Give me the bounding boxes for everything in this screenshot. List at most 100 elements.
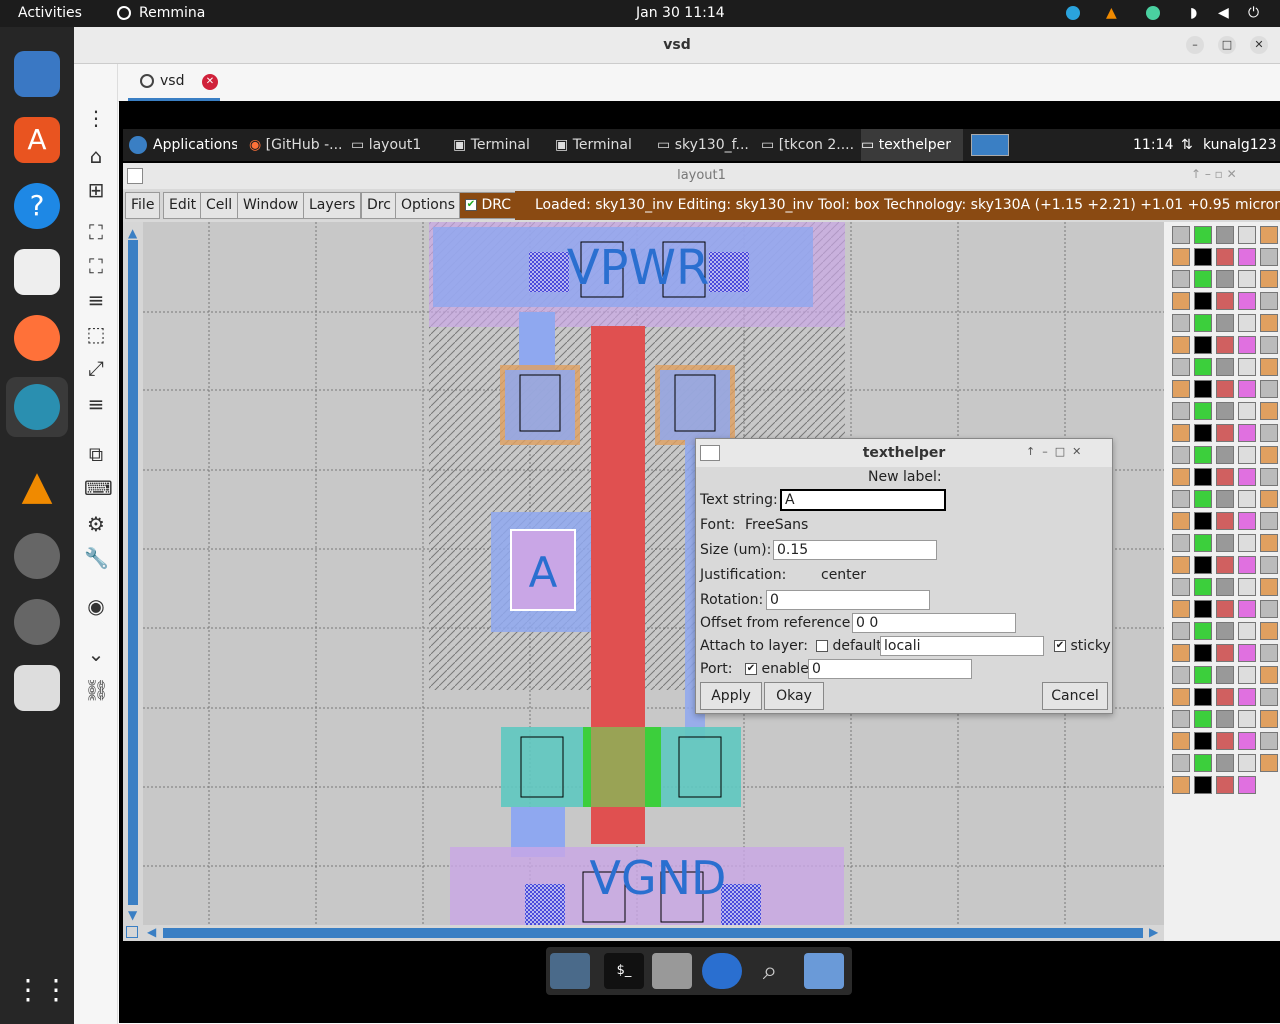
layer-swatch[interactable]	[1216, 402, 1234, 420]
layer-swatch[interactable]	[1216, 600, 1234, 618]
apply-button[interactable]: Apply	[700, 682, 762, 710]
layer-swatch[interactable]	[1260, 336, 1278, 354]
layer-swatch[interactable]	[1216, 314, 1234, 332]
layer-swatch[interactable]	[1260, 754, 1278, 772]
vertical-scroll-thumb[interactable]	[128, 240, 138, 905]
drc-checkbox[interactable]: ✔	[465, 199, 477, 211]
layer-swatch[interactable]	[1172, 578, 1190, 596]
layer-swatch[interactable]	[1194, 666, 1212, 684]
layer-swatch[interactable]	[1260, 578, 1278, 596]
task-texthelper[interactable]: ▭ texthelper	[861, 129, 963, 161]
layer-swatch[interactable]	[1238, 402, 1256, 420]
layer-swatch[interactable]	[1238, 490, 1256, 508]
wifi-icon[interactable]: ◗	[1190, 5, 1197, 21]
layer-swatch[interactable]	[1260, 490, 1278, 508]
default-option[interactable]: default	[816, 638, 882, 654]
layer-swatch[interactable]	[1216, 380, 1234, 398]
layer-swatch[interactable]	[1260, 424, 1278, 442]
cancel-button[interactable]: Cancel	[1042, 682, 1108, 710]
vlc-icon[interactable]: ▲	[14, 463, 60, 509]
layer-swatch[interactable]	[1194, 468, 1212, 486]
layer-swatch[interactable]	[1260, 688, 1278, 706]
port-input[interactable]: 0	[808, 659, 972, 679]
minimize-button[interactable]: –	[1186, 36, 1204, 54]
layer-swatch[interactable]	[1172, 644, 1190, 662]
layer-swatch[interactable]	[1172, 688, 1190, 706]
layer-swatch[interactable]	[1194, 380, 1212, 398]
system-clock[interactable]: Jan 30 11:14	[636, 5, 725, 21]
scroll-down-arrow-icon[interactable]: ▼	[128, 908, 137, 922]
new-connection-icon[interactable]: ⊞	[84, 178, 108, 202]
task-github[interactable]: ◉ [GitHub -...	[249, 129, 345, 161]
layer-swatch[interactable]	[1172, 512, 1190, 530]
layer-swatch[interactable]	[1260, 644, 1278, 662]
layer-swatch[interactable]	[1216, 468, 1234, 486]
activities-button[interactable]: Activities	[18, 5, 82, 21]
layer-swatch[interactable]	[1172, 292, 1190, 310]
trash-icon[interactable]	[14, 665, 60, 711]
layer-swatch[interactable]	[1172, 622, 1190, 640]
files-icon[interactable]	[14, 51, 60, 97]
layer-swatch[interactable]	[1260, 600, 1278, 618]
layer-swatch[interactable]	[1238, 556, 1256, 574]
terminal-icon[interactable]: $_	[604, 953, 644, 989]
layer-swatch[interactable]	[1238, 578, 1256, 596]
scroll-right-arrow-icon[interactable]: ▶	[1149, 925, 1158, 939]
layer-swatch[interactable]	[1194, 424, 1212, 442]
layer-palette[interactable]	[1164, 222, 1280, 941]
layer-swatch[interactable]	[1216, 226, 1234, 244]
layer-swatch[interactable]	[1238, 292, 1256, 310]
layer-swatch[interactable]	[1194, 556, 1212, 574]
xfce-clock[interactable]: 11:14	[1133, 129, 1173, 161]
show-apps-icon[interactable]: ⋮⋮	[14, 967, 70, 1013]
layer-swatch[interactable]	[1216, 688, 1234, 706]
rotation-input[interactable]: 0	[766, 590, 930, 610]
tools-wrench-icon[interactable]: 🔧	[84, 546, 109, 570]
menu-icon[interactable]: ≡	[84, 392, 108, 416]
settings-gear-icon[interactable]: ⚙	[84, 512, 108, 536]
layer-swatch[interactable]	[1194, 292, 1212, 310]
multimonitor-icon[interactable]: ⧉	[84, 442, 108, 466]
scale-icon[interactable]: ⬚	[84, 322, 108, 346]
layer-swatch[interactable]	[1194, 336, 1212, 354]
layer-swatch[interactable]	[1172, 732, 1190, 750]
port-enable-option[interactable]: ✔ enable	[745, 661, 809, 677]
layer-swatch[interactable]	[1172, 402, 1190, 420]
menu-dots-icon[interactable]: ⋮	[84, 106, 108, 130]
layer-swatch[interactable]	[1238, 512, 1256, 530]
scroll-corner-icon[interactable]	[126, 926, 138, 938]
list-icon[interactable]: ≡	[84, 288, 108, 312]
show-desktop-icon[interactable]	[550, 953, 590, 989]
layer-swatch[interactable]	[1260, 380, 1278, 398]
layer-swatch[interactable]	[1194, 490, 1212, 508]
layer-swatch[interactable]	[1194, 402, 1212, 420]
layer-swatch[interactable]	[1194, 600, 1212, 618]
layer-swatch[interactable]	[1172, 490, 1190, 508]
task-tkcon[interactable]: ▭ [tkcon 2....	[761, 129, 859, 161]
font-value[interactable]: FreeSans	[745, 517, 808, 533]
layer-swatch[interactable]	[1172, 446, 1190, 464]
layer-swatch[interactable]	[1260, 710, 1278, 728]
layer-swatch[interactable]	[1238, 776, 1256, 794]
layer-swatch[interactable]	[1194, 644, 1212, 662]
layer-swatch[interactable]	[1194, 512, 1212, 530]
collapse-chevron-icon[interactable]: ⌄	[84, 642, 108, 666]
layer-swatch[interactable]	[1172, 556, 1190, 574]
tab-vsd[interactable]: vsd ✕	[128, 64, 220, 101]
workspace-switcher[interactable]	[971, 134, 1009, 156]
layer-swatch[interactable]	[1260, 314, 1278, 332]
scroll-left-arrow-icon[interactable]: ◀	[147, 925, 156, 939]
expand-icon[interactable]: ⤢	[84, 356, 108, 380]
layer-swatch[interactable]	[1194, 622, 1212, 640]
layer-swatch[interactable]	[1260, 446, 1278, 464]
layer-swatch[interactable]	[1172, 776, 1190, 794]
layer-swatch[interactable]	[1238, 622, 1256, 640]
layer-swatch[interactable]	[1260, 556, 1278, 574]
layer-swatch[interactable]	[1216, 776, 1234, 794]
document-viewer-icon[interactable]	[14, 249, 60, 295]
layer-swatch[interactable]	[1172, 468, 1190, 486]
help-icon[interactable]: ?	[14, 183, 60, 229]
layer-swatch[interactable]	[1216, 710, 1234, 728]
layer-swatch[interactable]	[1238, 270, 1256, 288]
layer-swatch[interactable]	[1172, 600, 1190, 618]
